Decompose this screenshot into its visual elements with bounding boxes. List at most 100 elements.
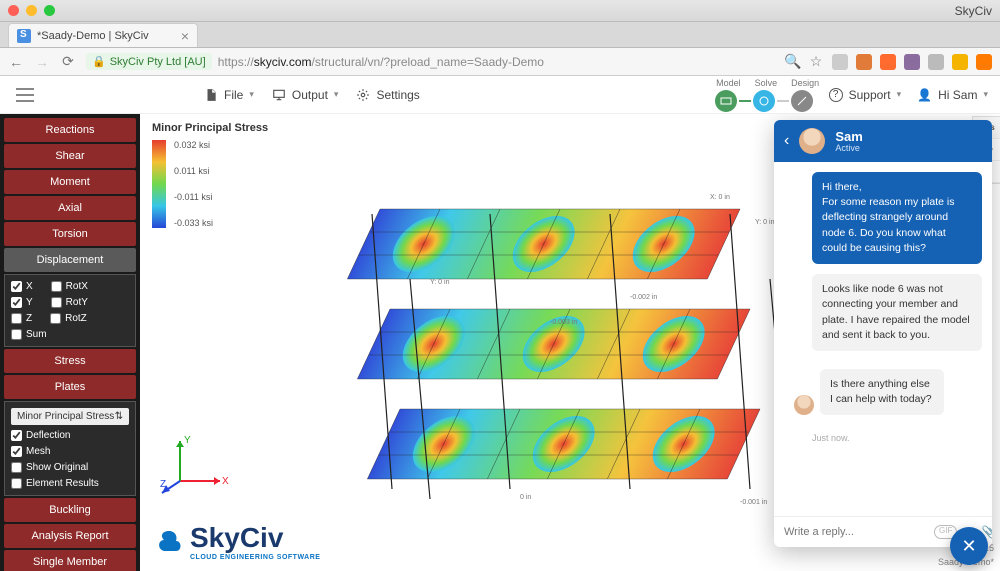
star-icon[interactable]: ☆ — [808, 53, 824, 70]
btn-plates[interactable]: Plates — [4, 375, 136, 399]
url-right-icons: 🔍 ☆ — [784, 53, 992, 70]
chat-msg-outgoing: Hi there, For some reason my plate is de… — [812, 172, 982, 264]
btn-moment[interactable]: Moment — [4, 170, 136, 194]
chk-element-results[interactable]: Element Results — [11, 478, 129, 489]
svg-text:Y: Y — [184, 435, 191, 446]
file-menu[interactable]: File▾ — [204, 88, 254, 102]
chat-header: ‹ Sam Active — [774, 120, 992, 162]
svg-text:Z: Z — [160, 479, 166, 490]
displacement-panel: X RotX Y RotY Z RotZ Sum — [4, 274, 136, 347]
btn-torsion[interactable]: Torsion — [4, 222, 136, 246]
ext-icon-4[interactable] — [904, 54, 920, 70]
zoom-dot[interactable] — [44, 5, 55, 16]
btn-reactions[interactable]: Reactions — [4, 118, 136, 142]
mode-label-solve: Solve — [755, 78, 778, 88]
svg-text:Y: 0 in: Y: 0 in — [430, 279, 450, 286]
chat-agent-avatar-small — [794, 395, 814, 415]
chat-close-fab[interactable]: ✕ — [950, 527, 988, 565]
address-field[interactable]: 🔒 SkyCiv Pty Ltd [AU] https://skyciv.com… — [86, 53, 774, 70]
btn-single-member[interactable]: Single Member — [4, 550, 136, 571]
support-menu[interactable]: ? Support▾ — [829, 88, 902, 102]
output-menu[interactable]: Output▾ — [272, 88, 339, 102]
ext-icon-5[interactable] — [928, 54, 944, 70]
chk-deflection[interactable]: Deflection — [11, 430, 129, 441]
ext-icon-7[interactable] — [976, 54, 992, 70]
app-label: SkyCiv — [955, 4, 992, 18]
gear-icon — [356, 88, 370, 102]
chat-reply-input[interactable] — [784, 526, 926, 538]
url-bar: ← → ⟳ 🔒 SkyCiv Pty Ltd [AU] https://skyc… — [0, 48, 1000, 76]
axis-triad: X Y Z — [160, 431, 230, 501]
chk-show-original[interactable]: Show Original — [11, 462, 129, 473]
chk-rotx[interactable]: RotX — [51, 281, 88, 292]
minimize-dot[interactable] — [26, 5, 37, 16]
skyciv-logo: SkyCiv CLOUD ENGINEERING SOFTWARE — [154, 522, 320, 561]
mode-label-design: Design — [791, 78, 819, 88]
ext-icon-2[interactable] — [856, 54, 872, 70]
user-icon: 👤 — [917, 88, 932, 102]
chat-agent-status: Active — [835, 143, 862, 153]
tab-close-icon[interactable]: × — [181, 28, 189, 44]
btn-shear[interactable]: Shear — [4, 144, 136, 168]
btn-buckling[interactable]: Buckling — [4, 498, 136, 522]
forward-icon[interactable]: → — [34, 54, 50, 70]
workspace: Reactions Shear Moment Axial Torsion Dis… — [0, 114, 1000, 571]
svg-text:0 in: 0 in — [520, 494, 531, 501]
chk-y[interactable]: Y — [11, 297, 33, 308]
svg-text:Y: 0 in: Y: 0 in — [755, 219, 775, 226]
svg-text:-0.001 in: -0.001 in — [740, 499, 767, 506]
mode-label-model: Model — [716, 78, 741, 88]
btn-axial[interactable]: Axial — [4, 196, 136, 220]
legend-gradient — [152, 140, 166, 228]
ext-icon-6[interactable] — [952, 54, 968, 70]
chk-z[interactable]: Z — [11, 313, 32, 324]
svg-text:X: 0 in: X: 0 in — [710, 194, 730, 201]
svg-text:-0.003 in: -0.003 in — [550, 319, 577, 326]
legend-tick: 0.032 ksi — [174, 140, 213, 150]
chk-roty[interactable]: RotY — [51, 297, 88, 308]
reload-icon[interactable]: ⟳ — [60, 53, 76, 70]
chk-mesh[interactable]: Mesh — [11, 446, 129, 457]
mode-design-icon[interactable] — [791, 90, 813, 112]
settings-menu[interactable]: Settings — [356, 88, 419, 102]
stress-select[interactable]: Minor Principal Stress⇅ — [11, 408, 129, 425]
search-icon[interactable]: 🔍 — [784, 53, 800, 70]
svg-text:-0.002 in: -0.002 in — [630, 294, 657, 301]
chat-body[interactable]: Hi there, For some reason my plate is de… — [774, 162, 992, 516]
legend-tick: 0.011 ksi — [174, 166, 213, 176]
legend-tick: -0.011 ksi — [174, 192, 213, 202]
back-icon[interactable]: ← — [8, 54, 24, 70]
chat-back-icon[interactable]: ‹ — [784, 132, 789, 150]
btn-displacement[interactable]: Displacement — [4, 248, 136, 272]
ext-icon-3[interactable] — [880, 54, 896, 70]
chk-x[interactable]: X — [11, 281, 33, 292]
canvas-viewport[interactable]: Minor Principal Stress 0.032 ksi 0.011 k… — [140, 114, 1000, 571]
legend-tick: -0.033 ksi — [174, 218, 213, 228]
mode-solve-icon[interactable] — [753, 90, 775, 112]
ext-icon-1[interactable] — [832, 54, 848, 70]
user-menu[interactable]: 👤 Hi Sam▾ — [917, 88, 988, 102]
chat-msg-incoming: Is there anything else I can help with t… — [820, 369, 944, 415]
tab-strip: *Saady-Demo | SkyCiv × — [0, 22, 1000, 48]
btn-analysis-report[interactable]: Analysis Report — [4, 524, 136, 548]
svg-text:X: X — [222, 476, 229, 487]
app-toolbar: File▾ Output▾ Settings Model Solve Desig… — [0, 76, 1000, 114]
secure-chip[interactable]: 🔒 SkyCiv Pty Ltd [AU] — [86, 53, 212, 70]
mac-titlebar: SkyCiv — [0, 0, 1000, 22]
color-legend: Minor Principal Stress 0.032 ksi 0.011 k… — [152, 122, 268, 228]
close-dot[interactable] — [8, 5, 19, 16]
menu-icon[interactable] — [12, 82, 38, 108]
browser-tab[interactable]: *Saady-Demo | SkyCiv × — [8, 23, 198, 47]
lock-icon: 🔒 — [92, 55, 106, 68]
url-text: https://skyciv.com/structural/vn/?preloa… — [218, 55, 544, 69]
sidebar: Reactions Shear Moment Axial Torsion Dis… — [0, 114, 140, 571]
chk-sum[interactable]: Sum — [11, 329, 47, 340]
chat-msg-incoming: Looks like node 6 was not connecting you… — [812, 274, 982, 351]
tab-title: *Saady-Demo | SkyCiv — [37, 30, 149, 42]
chk-rotz[interactable]: RotZ — [50, 313, 87, 324]
mode-model-icon[interactable] — [715, 90, 737, 112]
btn-stress[interactable]: Stress — [4, 349, 136, 373]
logo-icon — [154, 527, 184, 557]
plates-panel: Minor Principal Stress⇅ Deflection Mesh … — [4, 401, 136, 496]
chat-agent-avatar — [799, 128, 825, 154]
